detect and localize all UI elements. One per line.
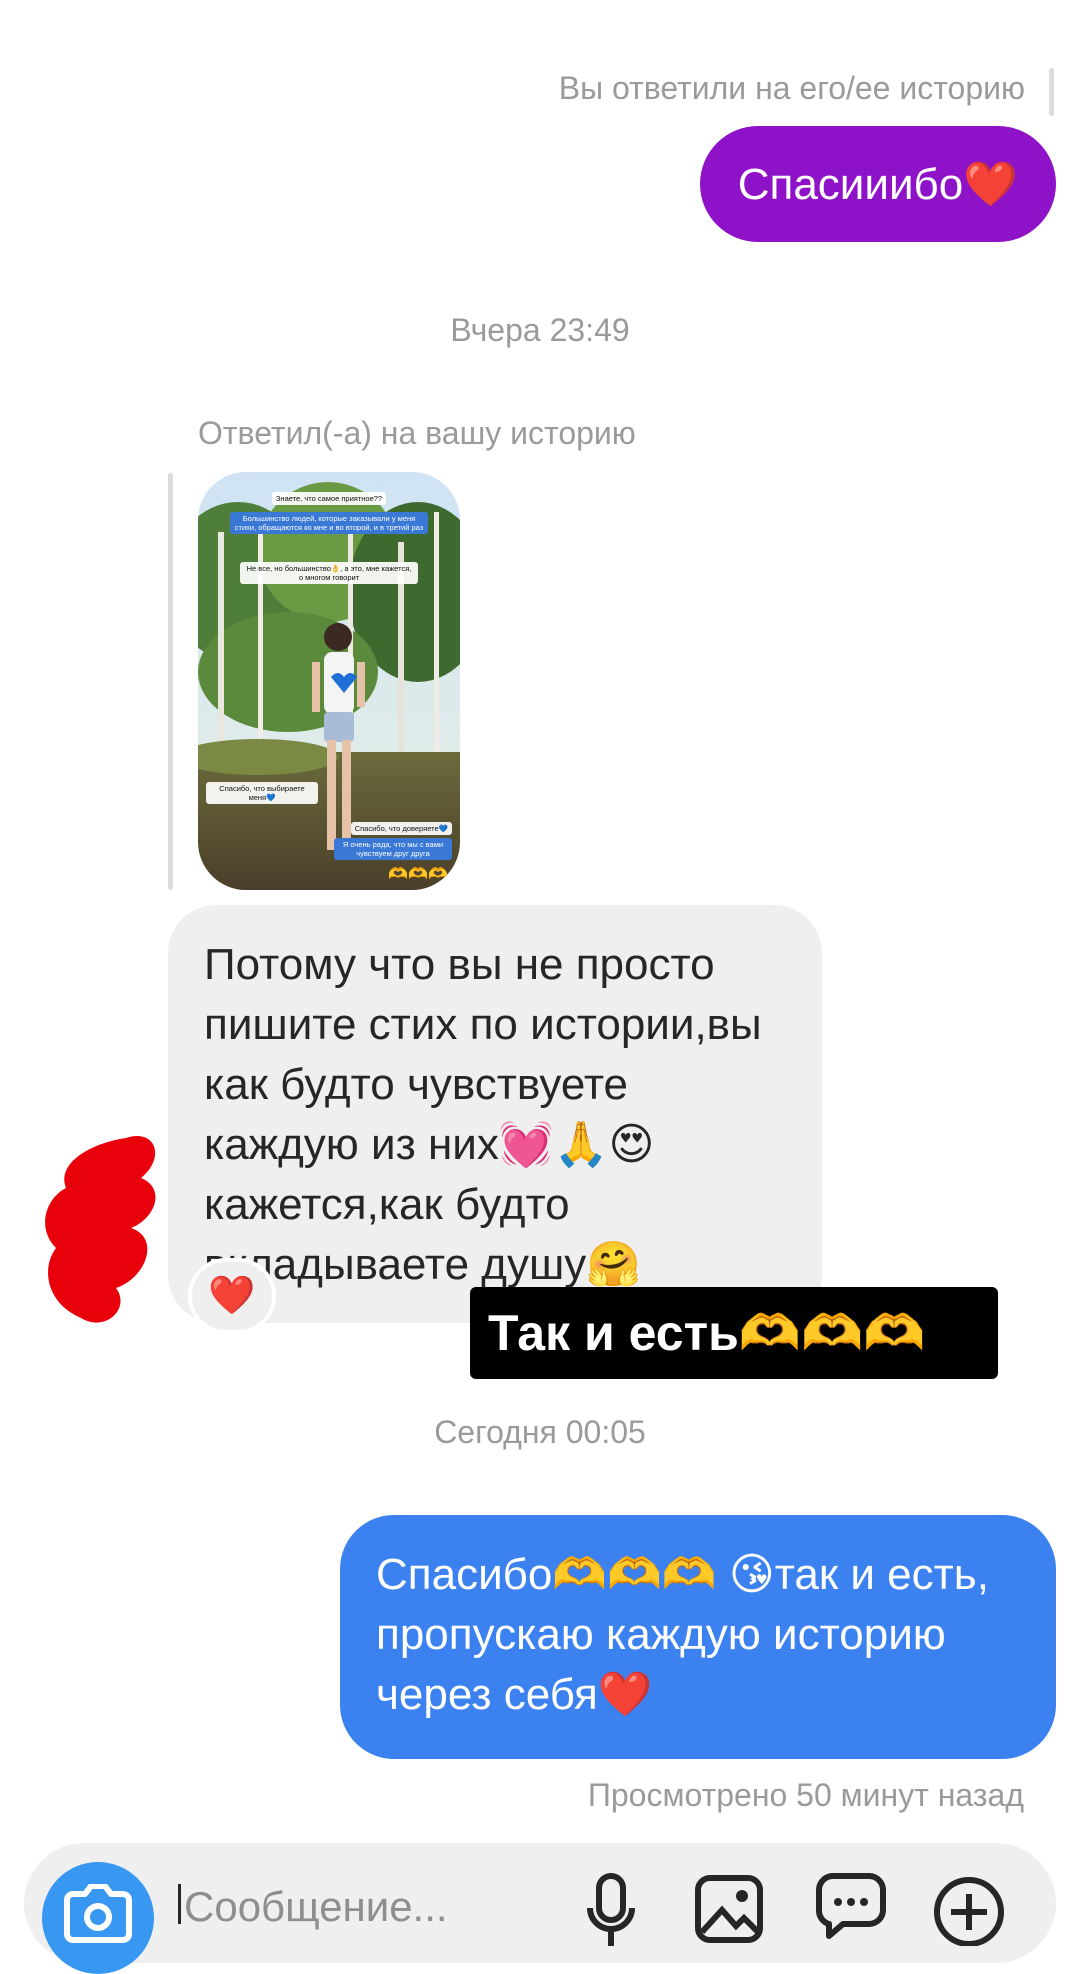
- story-caption: Спасибо, что выбираете меня💙: [206, 782, 318, 804]
- timestamp-yesterday: Вчера 23:49: [450, 312, 630, 348]
- story-caption: 🫶🫶🫶: [388, 866, 448, 883]
- gallery-icon: [695, 1875, 763, 1943]
- incoming-message[interactable]: Потому что вы не просто пишите стих по и…: [168, 905, 822, 1323]
- microphone-button[interactable]: [574, 1872, 648, 1946]
- story-caption: Не все, но большинство👌, а это, мне каже…: [240, 562, 418, 584]
- microphone-icon: [587, 1873, 635, 1946]
- story-caption: Спасибо, что доверяете💙: [350, 822, 452, 835]
- redaction-scribble: [45, 1136, 156, 1323]
- message-reaction[interactable]: ❤️: [188, 1258, 276, 1334]
- camera-button[interactable]: [42, 1862, 154, 1974]
- plus-button[interactable]: [932, 1872, 1006, 1946]
- reply-quote-bar: [1049, 68, 1054, 116]
- timestamp-today: Сегодня 00:05: [434, 1414, 646, 1450]
- sticker-button[interactable]: [814, 1872, 888, 1946]
- seen-status: Просмотрено 50 минут назад: [587, 1777, 1024, 1813]
- sticker-icon: [816, 1873, 886, 1939]
- story-quote-bar: [168, 473, 173, 890]
- reply-note-left: Ответил(-а) на вашу историю: [198, 415, 636, 451]
- heart-icon: ❤️: [208, 1275, 256, 1317]
- message-input[interactable]: [184, 1882, 484, 1932]
- camera-icon: [64, 1884, 132, 1943]
- outgoing-message-blue[interactable]: Спасибо🫶🫶🫶 😘так и есть, пропускаю каждую…: [340, 1515, 1056, 1759]
- sticker-message[interactable]: Так и есть🫶🫶🫶: [470, 1287, 998, 1379]
- story-caption: Знаете, что самое приятное??: [271, 492, 387, 505]
- story-caption: Большинство людей, которые заказывали у …: [230, 512, 428, 534]
- reply-note-top: Вы ответили на его/ее историю: [558, 70, 1025, 106]
- plus-icon: [934, 1877, 1004, 1946]
- story-thumbnail[interactable]: Знаете, что самое приятное?? Большинство…: [198, 472, 460, 890]
- text-cursor: [178, 1884, 181, 1924]
- story-caption: Я очень рада, что мы с вами чувствуем др…: [334, 838, 452, 860]
- gallery-button[interactable]: [692, 1872, 766, 1946]
- outgoing-message-purple[interactable]: Спасииибо❤️: [699, 126, 1056, 242]
